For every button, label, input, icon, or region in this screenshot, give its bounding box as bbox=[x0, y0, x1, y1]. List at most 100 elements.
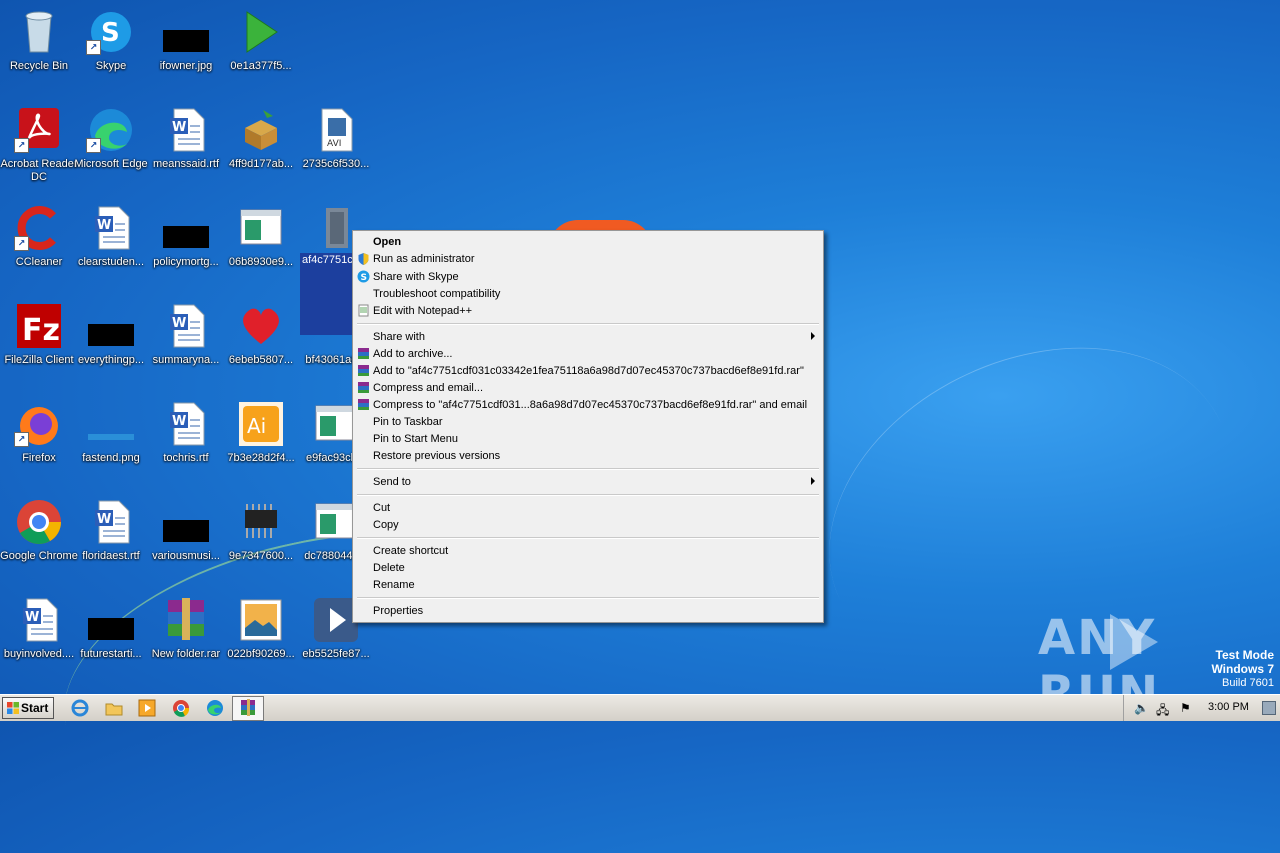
menu-separator bbox=[357, 323, 819, 325]
media-player-icon[interactable] bbox=[137, 698, 157, 718]
menu-item-pin-taskbar[interactable]: Pin to Taskbar bbox=[355, 413, 821, 430]
winrar-task-button[interactable] bbox=[232, 696, 264, 721]
desktop-icon-summaryna[interactable]: W summaryna... bbox=[147, 298, 225, 388]
icon-label: 9e7347600... bbox=[228, 550, 294, 562]
menu-separator bbox=[357, 494, 819, 496]
image-file-icon bbox=[88, 324, 134, 346]
menu-separator bbox=[357, 597, 819, 599]
desktop-icon-fastend[interactable]: fastend.png bbox=[72, 396, 150, 486]
menu-item-run-as-admin[interactable]: Run as administrator bbox=[355, 250, 821, 267]
menu-item-cut[interactable]: Cut bbox=[355, 499, 821, 516]
desktop-icon-edge[interactable]: ↗ Microsoft Edge bbox=[72, 102, 150, 192]
svg-text:W: W bbox=[172, 120, 186, 135]
winrar-icon bbox=[241, 699, 255, 716]
desktop-icon-buyinvolved[interactable]: W buyinvolved.... bbox=[0, 592, 78, 682]
menu-item-label: Compress to "af4c7751cdf031...8a6a98d7d0… bbox=[373, 399, 808, 411]
desktop-icon-firefox[interactable]: ↗ Firefox bbox=[0, 396, 78, 486]
desktop-icon-ccleaner[interactable]: ↗ CCleaner bbox=[0, 200, 78, 290]
desktop-icon-filezilla[interactable]: Fz FileZilla Client bbox=[0, 298, 78, 388]
winrar-icon bbox=[168, 598, 204, 640]
menu-item-label: Pin to Start Menu bbox=[373, 433, 458, 445]
build-line: Build 7601 bbox=[1222, 677, 1274, 689]
start-button[interactable]: Start bbox=[2, 697, 54, 719]
desktop-icon-4ff9d177ab[interactable]: 4ff9d177ab... bbox=[222, 102, 300, 192]
menu-item-copy[interactable]: Copy bbox=[355, 516, 821, 533]
desktop-icon-new-folder-rar[interactable]: New folder.rar bbox=[147, 592, 225, 682]
desktop-icon-recycle-bin[interactable]: Recycle Bin bbox=[0, 4, 78, 94]
desktop-icon-acrobat[interactable]: ↗ Acrobat Reader DC bbox=[0, 102, 78, 192]
desktop-icon-skype[interactable]: S ↗ Skype bbox=[72, 4, 150, 94]
icon-label: Skype bbox=[95, 60, 127, 72]
system-tray: 🔈 🖧 ⚑ 3:00 PM bbox=[1123, 695, 1280, 721]
menu-item-create-shortcut[interactable]: Create shortcut bbox=[355, 542, 821, 559]
menu-item-troubleshoot[interactable]: Troubleshoot compatibility bbox=[355, 285, 821, 302]
icon-label: ifowner.jpg bbox=[159, 60, 213, 72]
menu-item-rename[interactable]: Rename bbox=[355, 576, 821, 593]
desktop-icon-policymortg[interactable]: policymortg... bbox=[147, 200, 225, 290]
desktop-icon-meanssaid[interactable]: W meanssaid.rtf bbox=[147, 102, 225, 192]
menu-item-compress-to-rar-email[interactable]: Compress to "af4c7751cdf031...8a6a98d7d0… bbox=[355, 396, 821, 413]
desktop-icon-6ebeb5807[interactable]: 6ebeb5807... bbox=[222, 298, 300, 388]
menu-item-pin-start[interactable]: Pin to Start Menu bbox=[355, 430, 821, 447]
show-desktop-button[interactable] bbox=[1262, 701, 1276, 715]
image-file-icon bbox=[163, 30, 209, 52]
shortcut-arrow-icon: ↗ bbox=[86, 138, 101, 153]
icon-label: floridaest.rtf bbox=[82, 550, 140, 562]
menu-item-compress-email[interactable]: Compress and email... bbox=[355, 379, 821, 396]
menu-item-edit-notepad[interactable]: Edit with Notepad++ bbox=[355, 302, 821, 319]
image-file-icon bbox=[88, 618, 134, 640]
clock[interactable]: 3:00 PM bbox=[1208, 701, 1249, 713]
desktop-icon-futurestarti[interactable]: futurestarti... bbox=[72, 592, 150, 682]
explorer-icon[interactable] bbox=[104, 698, 124, 718]
desktop-icon-chrome[interactable]: Google Chrome bbox=[0, 494, 78, 584]
menu-item-delete[interactable]: Delete bbox=[355, 559, 821, 576]
desktop-icon-06b8930e9[interactable]: 06b8930e9... bbox=[222, 200, 300, 290]
selected-file-label[interactable]: af4c7751cdf031c03342e1fea75118a6a98d7d07… bbox=[300, 253, 356, 335]
illustrator-icon: Ai bbox=[239, 402, 283, 446]
menu-item-properties[interactable]: Properties bbox=[355, 602, 821, 619]
network-icon[interactable]: 🖧 bbox=[1156, 701, 1169, 722]
menu-separator bbox=[357, 468, 819, 470]
image-file-icon bbox=[88, 434, 134, 440]
heart-app-icon bbox=[243, 308, 279, 344]
menu-item-share-skype[interactable]: S Share with Skype bbox=[355, 268, 821, 285]
flag-icon[interactable]: ⚑ bbox=[1180, 701, 1191, 715]
speaker-icon[interactable]: 🔈 bbox=[1134, 701, 1149, 715]
desktop-icon-clearstuden[interactable]: W clearstuden... bbox=[72, 200, 150, 290]
icon-label: New folder.rar bbox=[151, 648, 221, 660]
menu-item-label: Run as administrator bbox=[373, 253, 475, 265]
desktop-icon-variousmusi[interactable]: variousmusi... bbox=[147, 494, 225, 584]
edge-icon[interactable] bbox=[205, 698, 225, 718]
svg-text:W: W bbox=[172, 316, 186, 331]
chip-icon bbox=[245, 504, 277, 538]
desktop-icon-0e1a377f5[interactable]: 0e1a377f5... bbox=[222, 4, 300, 94]
menu-item-label: Open bbox=[373, 236, 402, 248]
svg-text:S: S bbox=[361, 273, 367, 283]
ie-icon[interactable] bbox=[70, 698, 90, 718]
svg-text:W: W bbox=[97, 218, 111, 233]
desktop-icon-7b3e28d2f4[interactable]: Ai 7b3e28d2f4... bbox=[222, 396, 300, 486]
desktop-icon-9e7347600[interactable]: 9e7347600... bbox=[222, 494, 300, 584]
filezilla-icon: Fz bbox=[17, 304, 61, 348]
menu-item-add-to-archive[interactable]: Add to archive... bbox=[355, 345, 821, 362]
desktop-icon-floridaest[interactable]: W floridaest.rtf bbox=[72, 494, 150, 584]
image-file-icon bbox=[163, 226, 209, 248]
icon-label: 7b3e28d2f4... bbox=[227, 452, 295, 464]
menu-item-send-to[interactable]: Send to bbox=[355, 473, 821, 490]
menu-item-label: Create shortcut bbox=[373, 545, 449, 557]
desktop-icon-ifowner[interactable]: ifowner.jpg bbox=[147, 4, 225, 94]
icon-label: futurestarti... bbox=[80, 648, 142, 660]
desktop-icon-tochris[interactable]: W tochris.rtf bbox=[147, 396, 225, 486]
desktop-icon-022bf90269[interactable]: 022bf90269... bbox=[222, 592, 300, 682]
chrome-icon[interactable] bbox=[171, 698, 191, 718]
menu-item-open[interactable]: Open bbox=[355, 233, 821, 250]
menu-item-restore-versions[interactable]: Restore previous versions bbox=[355, 447, 821, 464]
windows-flag-icon bbox=[7, 702, 19, 714]
menu-item-share-with[interactable]: Share with bbox=[355, 328, 821, 345]
menu-item-add-to-rar[interactable]: Add to "af4c7751cdf031c03342e1fea75118a6… bbox=[355, 362, 821, 379]
icon-label: clearstuden... bbox=[77, 256, 145, 268]
shortcut-arrow-icon: ↗ bbox=[14, 432, 29, 447]
desktop-icon-everythingp[interactable]: everythingp... bbox=[72, 298, 150, 388]
desktop-icon-2735c6f530[interactable]: AVI 2735c6f530... bbox=[297, 102, 375, 192]
icon-label: fastend.png bbox=[82, 452, 140, 464]
